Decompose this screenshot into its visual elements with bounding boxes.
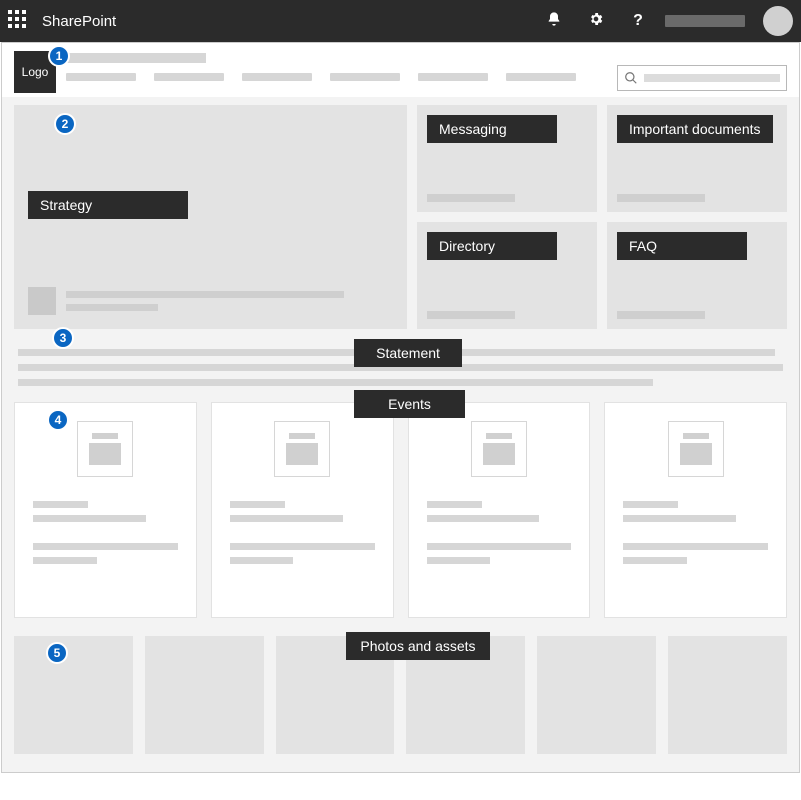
hero-text <box>66 291 393 311</box>
hero-panel[interactable]: 2 Strategy <box>14 105 407 329</box>
search-input[interactable] <box>617 65 787 91</box>
callout-4: 4 <box>47 409 69 431</box>
photo-tile[interactable]: 5 <box>14 636 133 754</box>
site-nav <box>66 73 607 81</box>
quicklink-faq[interactable]: FAQ <box>607 222 787 329</box>
event-thumb <box>471 421 527 477</box>
statement-label: Statement <box>354 339 462 367</box>
help-icon[interactable]: ? <box>623 12 653 30</box>
photo-tile[interactable] <box>668 636 787 754</box>
event-thumb <box>77 421 133 477</box>
event-card[interactable] <box>211 402 394 618</box>
callout-3: 3 <box>52 327 74 349</box>
event-card[interactable]: 4 <box>14 402 197 618</box>
photo-tile[interactable] <box>537 636 656 754</box>
nav-item[interactable] <box>242 73 312 81</box>
messaging-label: Messaging <box>427 115 557 143</box>
event-card[interactable] <box>408 402 591 618</box>
bell-icon[interactable] <box>539 11 569 32</box>
suite-placeholder <box>665 15 745 27</box>
statement-section: 3 Statement <box>14 329 787 394</box>
nav-item[interactable] <box>154 73 224 81</box>
app-launcher-icon[interactable] <box>8 10 30 32</box>
nav-item[interactable] <box>330 73 400 81</box>
nav-item[interactable] <box>506 73 576 81</box>
quicklink-directory[interactable]: Directory <box>417 222 597 329</box>
events-section: Events 4 <box>14 394 787 618</box>
gear-icon[interactable] <box>581 11 611 32</box>
nav-item[interactable] <box>66 73 136 81</box>
callout-1: 1 <box>48 45 70 67</box>
event-thumb <box>668 421 724 477</box>
quicklink-messaging[interactable]: Messaging <box>417 105 597 212</box>
hero-thumb <box>28 287 56 315</box>
strategy-label: Strategy <box>28 191 188 219</box>
nav-item[interactable] <box>418 73 488 81</box>
faq-label: FAQ <box>617 232 747 260</box>
event-thumb <box>274 421 330 477</box>
event-card[interactable] <box>604 402 787 618</box>
search-placeholder <box>644 74 780 82</box>
photo-tile[interactable] <box>145 636 264 754</box>
callout-2: 2 <box>54 113 76 135</box>
photos-section: Photos and assets 5 <box>14 618 787 754</box>
directory-label: Directory <box>427 232 557 260</box>
quicklink-important-docs[interactable]: Important documents <box>607 105 787 212</box>
site-header: 1 Logo <box>2 43 799 97</box>
search-icon <box>624 71 638 85</box>
suite-bar: SharePoint ? <box>0 0 801 42</box>
callout-5: 5 <box>46 642 68 664</box>
site-title <box>66 53 206 63</box>
suite-app-name: SharePoint <box>42 13 116 30</box>
important-docs-label: Important documents <box>617 115 773 143</box>
photos-label: Photos and assets <box>346 632 489 660</box>
events-label: Events <box>354 390 465 418</box>
avatar[interactable] <box>763 6 793 36</box>
